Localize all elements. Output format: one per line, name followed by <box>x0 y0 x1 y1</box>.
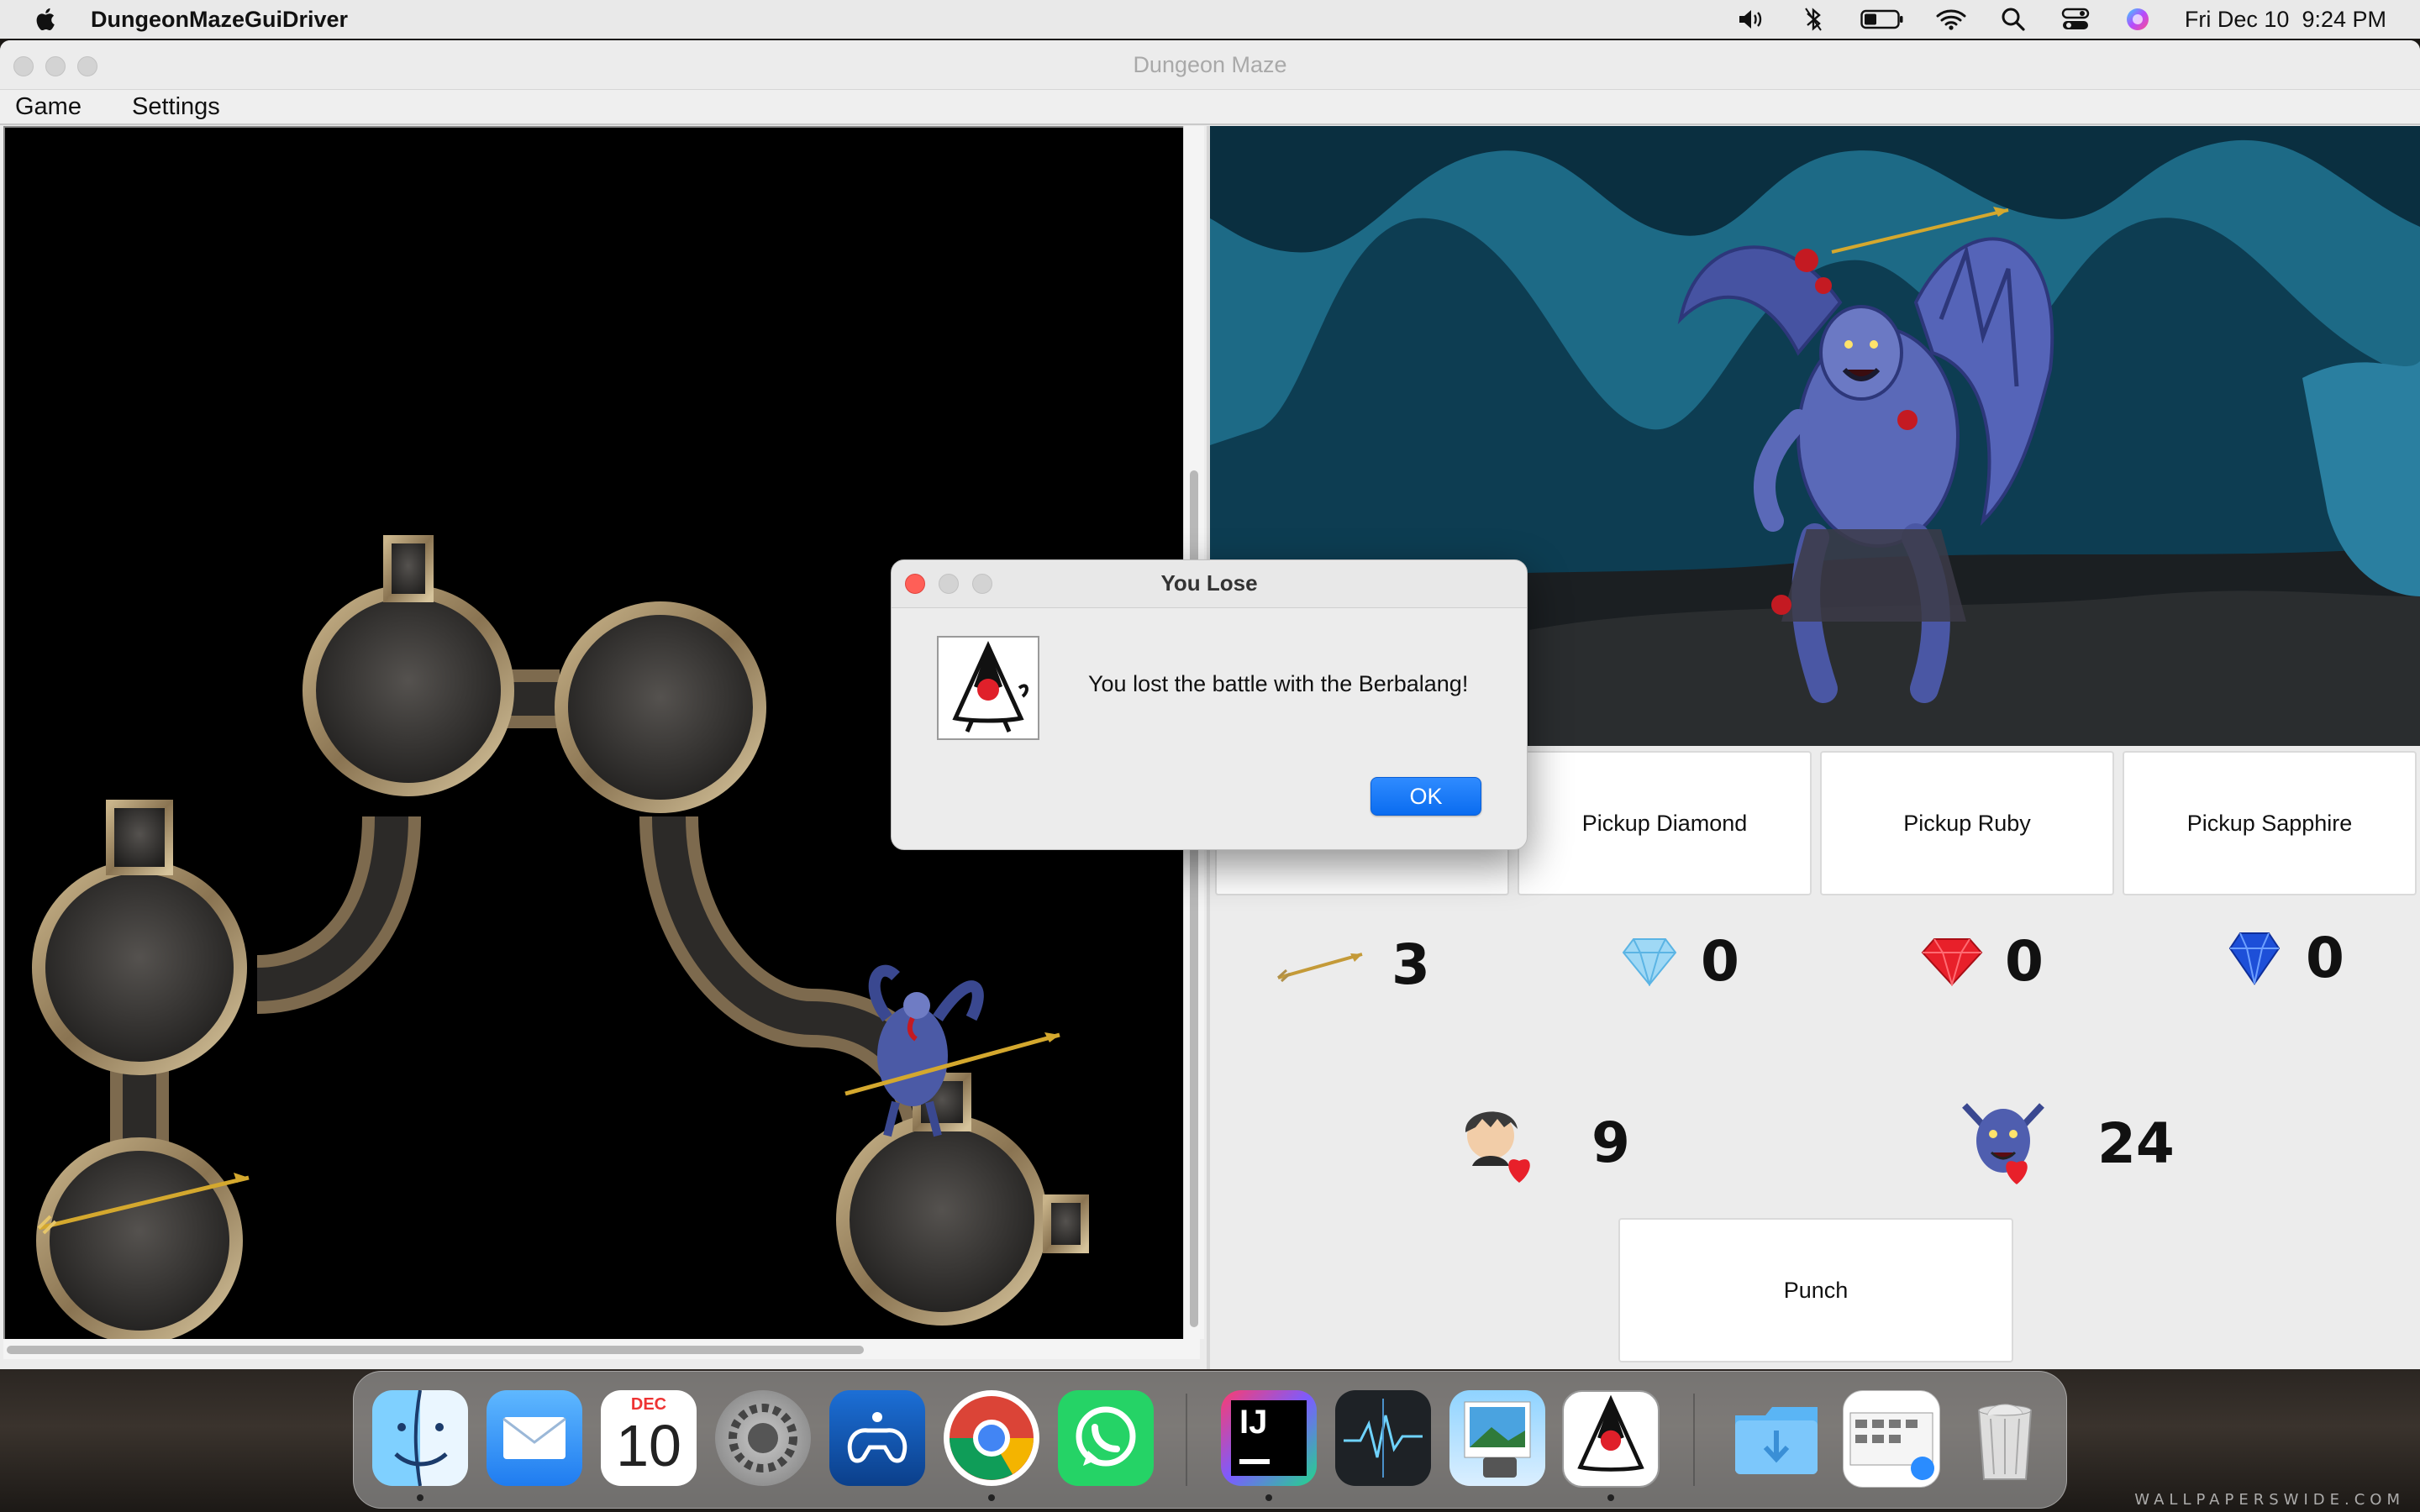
heart-icon <box>2006 1161 2028 1184</box>
java-duke-icon <box>937 636 1039 740</box>
menu-settings[interactable]: Settings <box>132 93 220 121</box>
intellij-running-dot <box>1265 1494 1272 1501</box>
intellij-icon[interactable]: IJ <box>1221 1390 1317 1486</box>
wallpaper-credit: WALLPAPERSWIDE.COM <box>2134 1491 2405 1509</box>
java-app-icon[interactable] <box>1562 1390 1660 1488</box>
control-center-icon[interactable] <box>2060 7 2091 32</box>
finder-icon[interactable] <box>372 1390 468 1486</box>
horizontal-scroll-thumb[interactable] <box>7 1346 864 1354</box>
ruby-count: 0 <box>2005 929 2044 994</box>
finder-running-dot <box>417 1494 424 1501</box>
chrome-running-dot <box>988 1494 995 1501</box>
mail-icon[interactable] <box>487 1390 582 1486</box>
apple-icon[interactable] <box>32 5 60 34</box>
clock-datetime[interactable]: Fri Dec 10 9:24 PM <box>2185 7 2386 33</box>
dock-separator <box>1693 1394 1695 1486</box>
sapphire-icon <box>2228 932 2281 985</box>
gamepad-app-icon[interactable] <box>829 1390 925 1486</box>
hero-avatar-icon <box>1465 1111 1530 1183</box>
spotlight-search-icon[interactable] <box>1998 7 2028 32</box>
whatsapp-icon[interactable] <box>1058 1390 1154 1486</box>
calendar-day: 10 <box>616 1413 681 1478</box>
downloads-folder-icon[interactable] <box>1728 1390 1824 1486</box>
sapphire-count: 0 <box>2306 926 2344 990</box>
heart-icon <box>1508 1159 1530 1183</box>
dialog-message: You lost the battle with the Berbalang! <box>1088 671 1469 696</box>
dialog-title: You Lose <box>1160 570 1258 596</box>
intellij-label: IJ <box>1239 1404 1268 1441</box>
diamond-counter: 0 <box>1622 929 1739 994</box>
menu-game[interactable]: Game <box>15 93 82 121</box>
berbalang-monster-image <box>1677 207 2054 703</box>
arrow-counter: 3 <box>1274 932 1430 997</box>
diamond-count: 0 <box>1701 929 1739 994</box>
calendar-icon[interactable]: DEC 10 <box>601 1390 697 1486</box>
pickup-sapphire-button[interactable]: Pickup Sapphire <box>2123 751 2417 895</box>
hero-health-value: 9 <box>1591 1110 1630 1175</box>
window-title: Dungeon Maze <box>1133 52 1287 77</box>
ok-button[interactable]: OK <box>1370 777 1481 816</box>
arrow-count: 3 <box>1392 932 1430 997</box>
screenshots-stack-icon[interactable] <box>1843 1390 1940 1488</box>
pickup-diamond-button[interactable]: Pickup Diamond <box>1518 751 1812 895</box>
pickup-ruby-button[interactable]: Pickup Ruby <box>1820 751 2114 895</box>
volume-icon[interactable] <box>1736 7 1766 32</box>
monster-health-value: 24 <box>2097 1110 2175 1176</box>
diamond-icon <box>1622 937 1677 986</box>
active-app-name[interactable]: DungeonMazeGuiDriver <box>91 7 348 33</box>
arrow-icon <box>1276 952 1363 982</box>
hero-health: 9 <box>1455 1099 1630 1186</box>
system-preferences-icon[interactable] <box>715 1390 811 1486</box>
app-menu-bar: Game Settings <box>0 90 2420 125</box>
preview-icon[interactable] <box>1449 1390 1545 1486</box>
battery-icon[interactable] <box>1860 7 1904 32</box>
maze-horizontal-scrollbar[interactable] <box>3 1339 1200 1359</box>
monster-avatar-icon <box>1962 1103 2044 1184</box>
ruby-icon <box>1921 937 1983 986</box>
ruby-counter: 0 <box>1921 929 2044 994</box>
chrome-icon[interactable] <box>944 1390 1039 1486</box>
punch-button[interactable]: Punch <box>1618 1218 2013 1362</box>
monster-health: 24 <box>1958 1097 2175 1189</box>
dock-separator <box>1186 1394 1187 1486</box>
wifi-icon[interactable] <box>1936 7 1966 32</box>
bluetooth-icon[interactable] <box>1798 7 1828 32</box>
window-titlebar[interactable]: Dungeon Maze <box>0 40 2420 90</box>
dock: DEC 10 IJ <box>353 1371 2067 1509</box>
dialog-titlebar[interactable]: You Lose <box>892 560 1527 608</box>
siri-icon[interactable] <box>2123 7 2153 32</box>
sapphire-counter: 0 <box>2228 926 2344 990</box>
you-lose-dialog: You Lose You lost the battle with the Be… <box>891 559 1528 850</box>
trash-icon[interactable] <box>1957 1390 2053 1486</box>
system-menu-bar: DungeonMazeGuiDriver Fri Dec 10 9:24 PM <box>0 0 2420 39</box>
java-app-running-dot <box>1607 1494 1614 1501</box>
activity-monitor-icon[interactable] <box>1335 1390 1431 1486</box>
